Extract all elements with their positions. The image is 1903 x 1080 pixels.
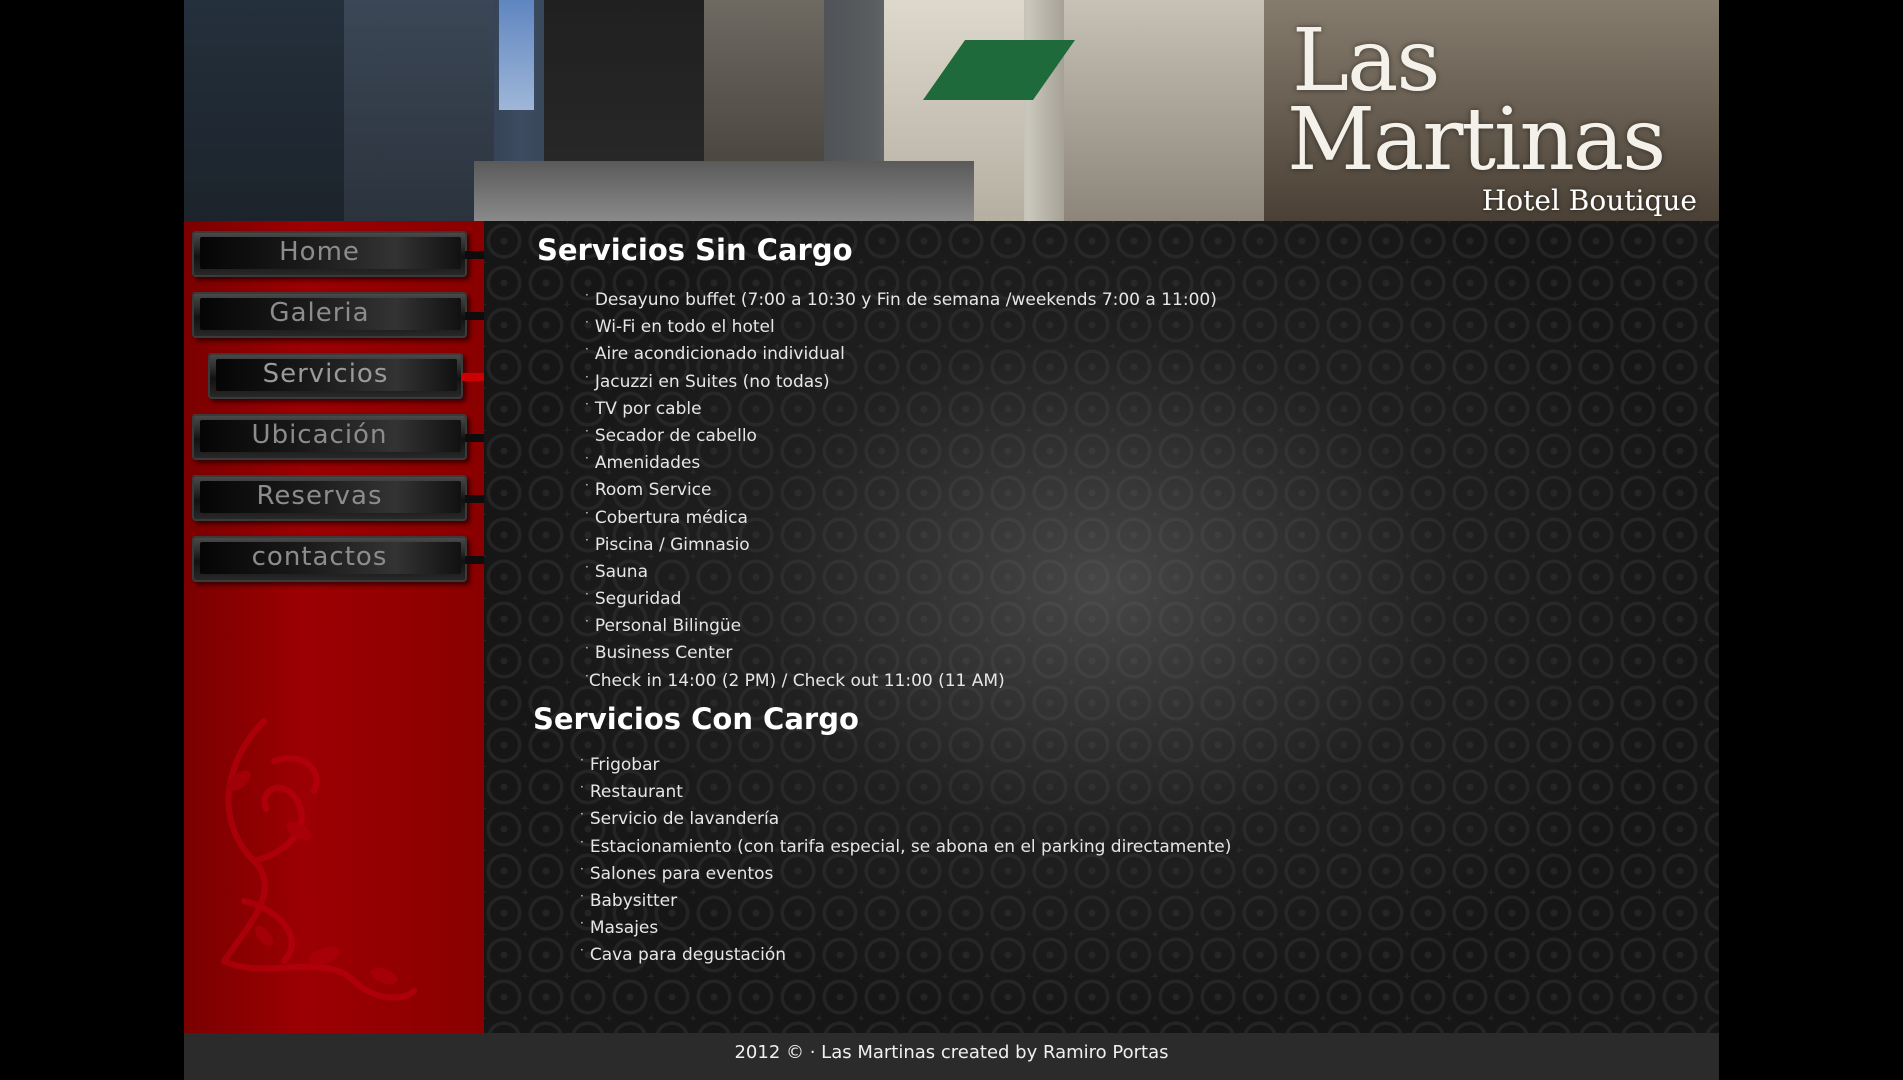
free-services-title: Servicios Sin Cargo: [537, 233, 853, 267]
nav-contactos-button[interactable]: contactos: [192, 536, 484, 582]
header-banner: Las Martinas Hotel Boutique: [184, 0, 1719, 221]
bullet-icon: ·: [585, 315, 589, 330]
banner-street: [474, 161, 974, 221]
service-label: Wi-Fi en todo el hotel: [594, 317, 775, 338]
footer: 2012 © · Las Martinas created by Ramiro …: [184, 1033, 1719, 1080]
bullet-icon: ·: [580, 943, 584, 958]
list-item: · Seguridad: [585, 581, 1217, 610]
service-label: Estacionamiento (con tarifa especial, se…: [589, 836, 1232, 857]
service-label: Secador de cabello: [594, 425, 757, 446]
nav-label: Ubicación: [251, 420, 388, 450]
bullet-icon: ·: [580, 780, 584, 795]
list-item: · Servicio de lavandería: [580, 801, 1231, 830]
list-item: · Cobertura médica: [585, 500, 1217, 528]
page: Las Martinas Hotel Boutique Home Galeria…: [184, 0, 1719, 1080]
service-label: Restaurant: [589, 782, 683, 803]
bullet-icon: ·: [585, 532, 589, 547]
bullet-icon: ·: [585, 614, 589, 629]
list-item: · Secador de cabello: [585, 418, 1217, 446]
list-item: · Aire acondicionado individual: [585, 336, 1217, 365]
footer-credit: 2012 © · Las Martinas created by Ramiro …: [734, 1042, 1169, 1063]
service-label: Cobertura médica: [594, 507, 748, 528]
bullet-icon: ·: [585, 369, 589, 384]
bullet-icon: ·: [580, 753, 584, 767]
service-label: Aire acondicionado individual: [594, 344, 845, 365]
banner-sky: [499, 0, 534, 110]
service-label: Servicio de lavandería: [589, 809, 780, 830]
service-label: Sauna: [594, 561, 649, 582]
bullet-icon: ·: [580, 834, 584, 849]
nav-ubicacion-button[interactable]: Ubicación: [192, 414, 484, 460]
banner-building: [1064, 0, 1264, 221]
bullet-icon: ·: [585, 342, 589, 357]
service-label: Frigobar: [589, 755, 660, 775]
service-label: Room Service: [594, 480, 712, 501]
service-label: Masajes: [589, 918, 659, 939]
service-label: Seguridad: [594, 589, 682, 610]
nav-label: Galeria: [269, 298, 370, 328]
bullet-icon: ·: [580, 888, 584, 903]
bullet-icon: ·: [580, 861, 584, 876]
banner-building: [344, 0, 494, 221]
logo-tagline: Hotel Boutique: [1481, 184, 1697, 217]
paid-services-list: · Frigobar · Restaurant · Servicio de lavan…: [580, 747, 1231, 965]
service-label: Cava para degustación: [589, 945, 787, 966]
list-item: · Masajes: [580, 910, 1231, 939]
list-item: · Wi-Fi en todo el hotel: [585, 309, 1217, 338]
list-item: · TV por cable: [585, 391, 1217, 419]
list-item: · Personal Bilingüe: [585, 608, 1217, 637]
sidebar: Home Galeria Servicios Ubicación Reserva…: [184, 221, 484, 1033]
bullet-icon: ·: [585, 559, 589, 574]
list-item: · Sauna: [585, 554, 1217, 582]
list-item: · Frigobar: [580, 747, 1231, 775]
service-label: Desayuno buffet (7:00 a 10:30 y Fin de s…: [594, 290, 1217, 310]
bullet-icon: ·: [585, 451, 589, 466]
list-item: · Jacuzzi en Suites (no todas): [585, 364, 1217, 392]
nav-label: contactos: [251, 542, 388, 572]
nav-home-button[interactable]: Home: [192, 231, 484, 277]
floral-ornament: [221, 718, 417, 1001]
service-label: Business Center: [594, 643, 733, 664]
bullet-icon: ·: [585, 396, 589, 411]
list-item: · Piscina / Gimnasio: [585, 527, 1217, 555]
list-item: · Cava para degustación: [580, 937, 1231, 966]
nav-galeria-button[interactable]: Galeria: [192, 292, 484, 338]
nav-label: Servicios: [262, 359, 389, 389]
nav-reservas-button[interactable]: Reservas: [192, 475, 484, 521]
bullet-icon: ·: [580, 916, 584, 931]
checkin-note: Check in 14:00 (2 PM) / Check out 11:00 …: [588, 670, 1005, 691]
paid-services-title: Servicios Con Cargo: [533, 702, 859, 736]
nav-label: Reservas: [256, 481, 383, 511]
list-item: · Restaurant: [580, 774, 1231, 803]
nav-servicios-button[interactable]: Servicios: [208, 353, 484, 399]
list-item: · Business Center: [585, 635, 1217, 664]
service-label: Jacuzzi en Suites (no todas): [594, 371, 830, 392]
service-label: Piscina / Gimnasio: [594, 534, 750, 555]
list-item: · Desayuno buffet (7:00 a 10:30 y Fin de …: [585, 282, 1217, 310]
nav-label: Home: [279, 237, 360, 267]
list-item: · Amenidades: [585, 445, 1217, 474]
list-item: ·Check in 14:00 (2 PM) / Check out 11:00…: [585, 663, 1217, 691]
banner-building: [184, 0, 344, 221]
bullet-icon: ·: [585, 288, 589, 302]
list-item: · Salones para eventos: [580, 856, 1231, 884]
bullet-icon: ·: [585, 641, 589, 656]
list-item: · Room Service: [585, 472, 1217, 501]
free-services-list: · Desayuno buffet (7:00 a 10:30 y Fin de …: [585, 282, 1217, 691]
bullet-icon: ·: [580, 807, 584, 822]
service-label: Salones para eventos: [589, 863, 774, 884]
bullet-icon: ·: [585, 587, 589, 602]
hotel-logo: Las Martinas Hotel Boutique: [1257, 18, 1697, 218]
logo-line2: Martinas: [1287, 90, 1666, 190]
services-content: Servicios Sin Cargo · Desayuno buffet (7:…: [484, 221, 1719, 1033]
list-item: · Babysitter: [580, 883, 1231, 911]
bullet-icon: ·: [585, 423, 589, 438]
service-label: Amenidades: [594, 453, 701, 474]
service-label: Personal Bilingüe: [594, 616, 742, 637]
bullet-icon: ·: [585, 478, 589, 493]
service-label: Babysitter: [589, 890, 678, 911]
list-item: · Estacionamiento (con tarifa especial, s…: [580, 829, 1232, 857]
service-label: TV por cable: [594, 398, 702, 419]
bullet-icon: ·: [585, 505, 589, 520]
